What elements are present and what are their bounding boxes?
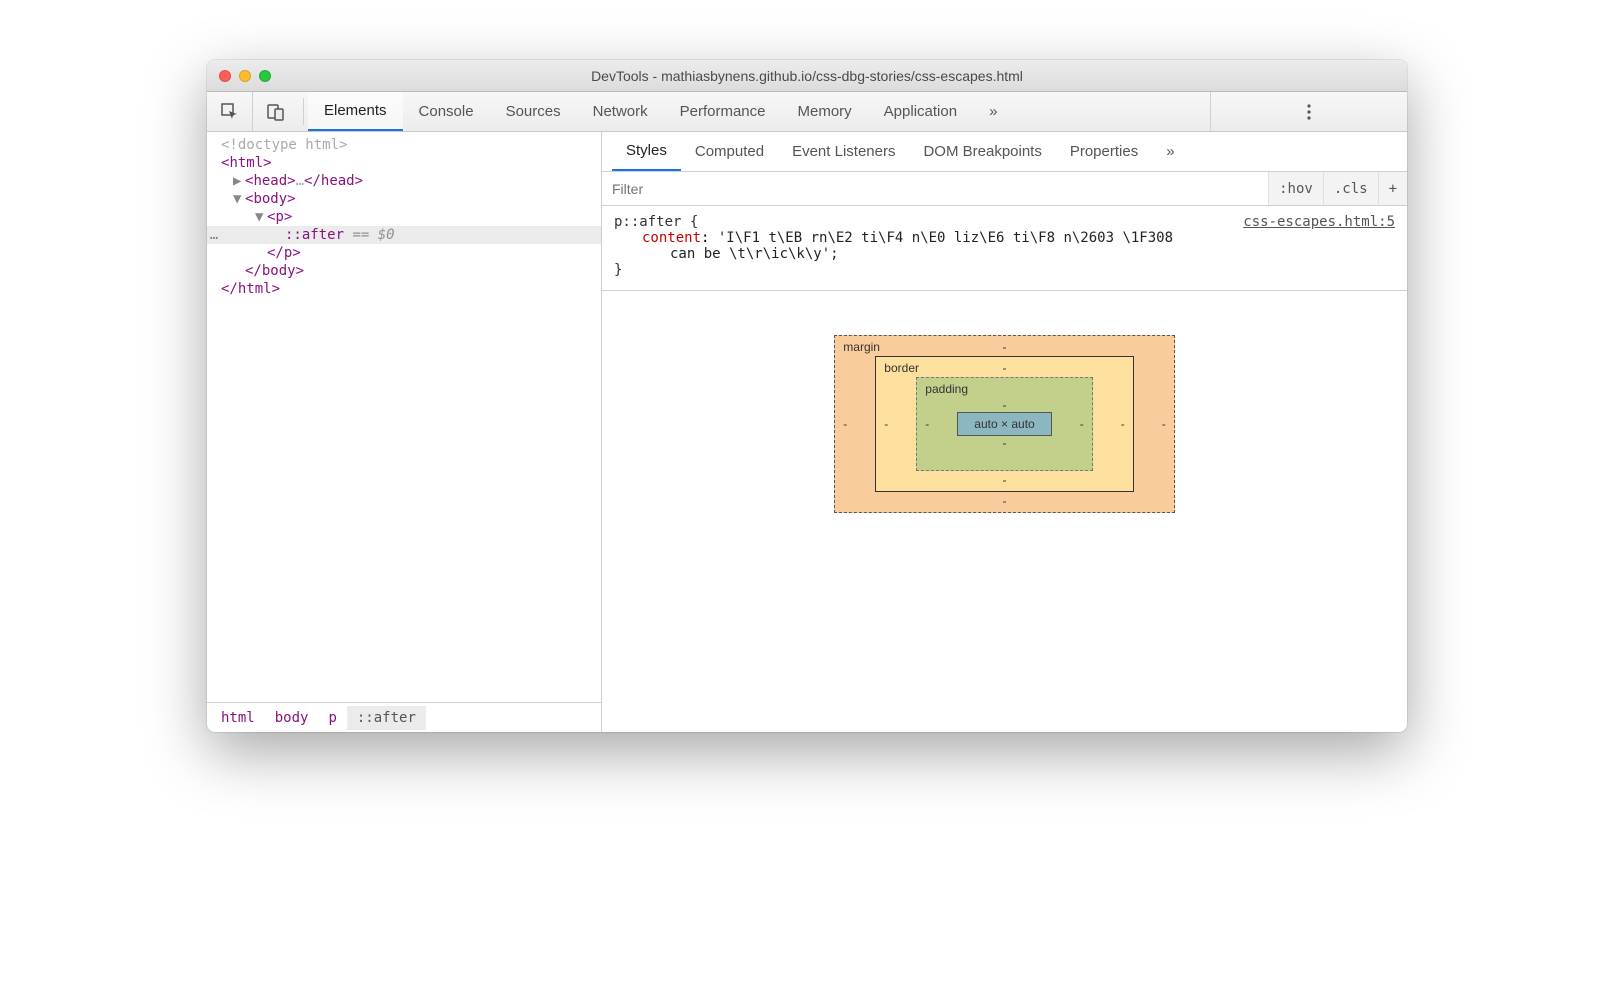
content-width[interactable]: auto — [974, 417, 997, 431]
dom-html-open[interactable]: <html> — [221, 155, 272, 171]
crumb-body[interactable]: body — [265, 706, 319, 730]
elements-panel: <!doctype html> <html> ▶<head>…</head> ▼… — [207, 132, 602, 732]
console-ref: == $0 — [344, 227, 395, 243]
main-tabstrip: Elements Console Sources Network Perform… — [207, 92, 1407, 132]
hov-toggle-button[interactable]: :hov — [1268, 172, 1323, 205]
content-height[interactable]: auto — [1011, 417, 1034, 431]
border-bottom[interactable]: - — [876, 473, 1132, 487]
inspect-icon — [221, 103, 239, 121]
box-model-content[interactable]: auto × auto — [957, 412, 1051, 436]
padding-top[interactable]: - — [957, 398, 1051, 412]
sidebar-tabstrip: Styles Computed Event Listeners DOM Brea… — [602, 132, 1407, 172]
tab-elements[interactable]: Elements — [308, 92, 403, 131]
margin-bottom[interactable]: - — [835, 494, 1173, 508]
styles-filter-bar: :hov .cls + — [602, 172, 1407, 206]
zoom-window-button[interactable] — [259, 70, 271, 82]
border-top[interactable]: - — [876, 361, 1132, 375]
rule-source-link[interactable]: css-escapes.html:5 — [1243, 214, 1395, 230]
subtab-dom-breakpoints[interactable]: DOM Breakpoints — [909, 132, 1055, 171]
padding-right[interactable]: - — [1080, 417, 1084, 431]
window-title: DevTools - mathiasbynens.github.io/css-d… — [207, 68, 1407, 84]
subtab-computed[interactable]: Computed — [681, 132, 778, 171]
crumb-p[interactable]: p — [318, 706, 346, 730]
margin-top[interactable]: - — [835, 340, 1173, 354]
breadcrumb: html body p ::after — [207, 702, 601, 732]
row-actions-icon[interactable]: … — [207, 227, 221, 243]
box-model[interactable]: margin - - - - border - - - - padding — [834, 335, 1174, 513]
dom-body-open[interactable]: <body> — [245, 191, 296, 207]
pseudo-after: ::after — [285, 227, 344, 243]
subtab-properties[interactable]: Properties — [1056, 132, 1152, 171]
margin-left[interactable]: - — [843, 417, 847, 431]
close-window-button[interactable] — [219, 70, 231, 82]
device-icon — [267, 103, 285, 121]
padding-bottom[interactable]: - — [957, 436, 1051, 450]
subtab-styles[interactable]: Styles — [612, 132, 681, 171]
box-model-wrap: margin - - - - border - - - - padding — [602, 291, 1407, 732]
tab-console[interactable]: Console — [403, 92, 490, 131]
rule-selector[interactable]: p::after { — [614, 214, 698, 230]
crumb-after[interactable]: ::after — [347, 706, 426, 730]
tab-memory[interactable]: Memory — [782, 92, 868, 131]
panel-body: <!doctype html> <html> ▶<head>…</head> ▼… — [207, 132, 1407, 732]
dom-p-open[interactable]: <p> — [267, 209, 292, 225]
tab-sources[interactable]: Sources — [490, 92, 577, 131]
style-rule[interactable]: css-escapes.html:5 p::after { content: '… — [602, 206, 1407, 291]
border-left[interactable]: - — [884, 417, 888, 431]
tab-network[interactable]: Network — [577, 92, 664, 131]
dom-tree[interactable]: <!doctype html> <html> ▶<head>…</head> ▼… — [207, 132, 601, 702]
rule-close-brace: } — [614, 262, 622, 278]
device-toggle-button[interactable] — [253, 92, 299, 131]
margin-right[interactable]: - — [1162, 417, 1166, 431]
inspect-element-button[interactable] — [207, 92, 253, 131]
dom-body-close[interactable]: </body> — [245, 263, 304, 279]
tabs-overflow-button[interactable]: » — [973, 92, 1013, 131]
collapse-icon[interactable]: ▼ — [233, 191, 245, 207]
dom-p-close[interactable]: </p> — [267, 245, 301, 261]
tab-application[interactable]: Application — [868, 92, 973, 131]
rule-value-line2[interactable]: can be \t\r\ic\k\y'; — [670, 246, 839, 262]
new-rule-button[interactable]: + — [1378, 172, 1407, 205]
cls-toggle-button[interactable]: .cls — [1323, 172, 1378, 205]
border-right[interactable]: - — [1121, 417, 1125, 431]
expand-icon[interactable]: ▶ — [233, 173, 245, 189]
rule-value-line1[interactable]: 'I\F1 t\EB rn\E2 ti\F4 n\E0 liz\E6 ti\F8… — [718, 230, 1173, 246]
dom-head[interactable]: <head> — [245, 173, 296, 189]
kebab-menu-button[interactable] — [1210, 92, 1407, 131]
padding-label: padding — [925, 382, 968, 396]
box-model-padding[interactable]: padding - - - auto × auto - — [916, 377, 1092, 471]
styles-panel: Styles Computed Event Listeners DOM Brea… — [602, 132, 1407, 732]
collapse-icon[interactable]: ▼ — [255, 209, 267, 225]
padding-left[interactable]: - — [925, 417, 929, 431]
traffic-lights — [207, 70, 271, 82]
subtabs-overflow-button[interactable]: » — [1152, 132, 1188, 171]
box-model-border[interactable]: border - - - - padding - - - a — [875, 356, 1133, 492]
dom-selected-node[interactable]: …::after == $0 — [207, 226, 601, 244]
crumb-html[interactable]: html — [211, 706, 265, 730]
separator — [303, 98, 304, 125]
dom-doctype[interactable]: <!doctype html> — [221, 137, 347, 153]
dom-html-close[interactable]: </html> — [221, 281, 280, 297]
kebab-icon — [1307, 104, 1311, 120]
styles-filter-input[interactable] — [602, 172, 1268, 205]
tab-performance[interactable]: Performance — [664, 92, 782, 131]
box-model-margin[interactable]: margin - - - - border - - - - padding — [834, 335, 1174, 513]
rule-property[interactable]: content — [642, 230, 701, 246]
minimize-window-button[interactable] — [239, 70, 251, 82]
window-titlebar[interactable]: DevTools - mathiasbynens.github.io/css-d… — [207, 60, 1407, 92]
devtools-window: DevTools - mathiasbynens.github.io/css-d… — [207, 60, 1407, 732]
subtab-event-listeners[interactable]: Event Listeners — [778, 132, 909, 171]
